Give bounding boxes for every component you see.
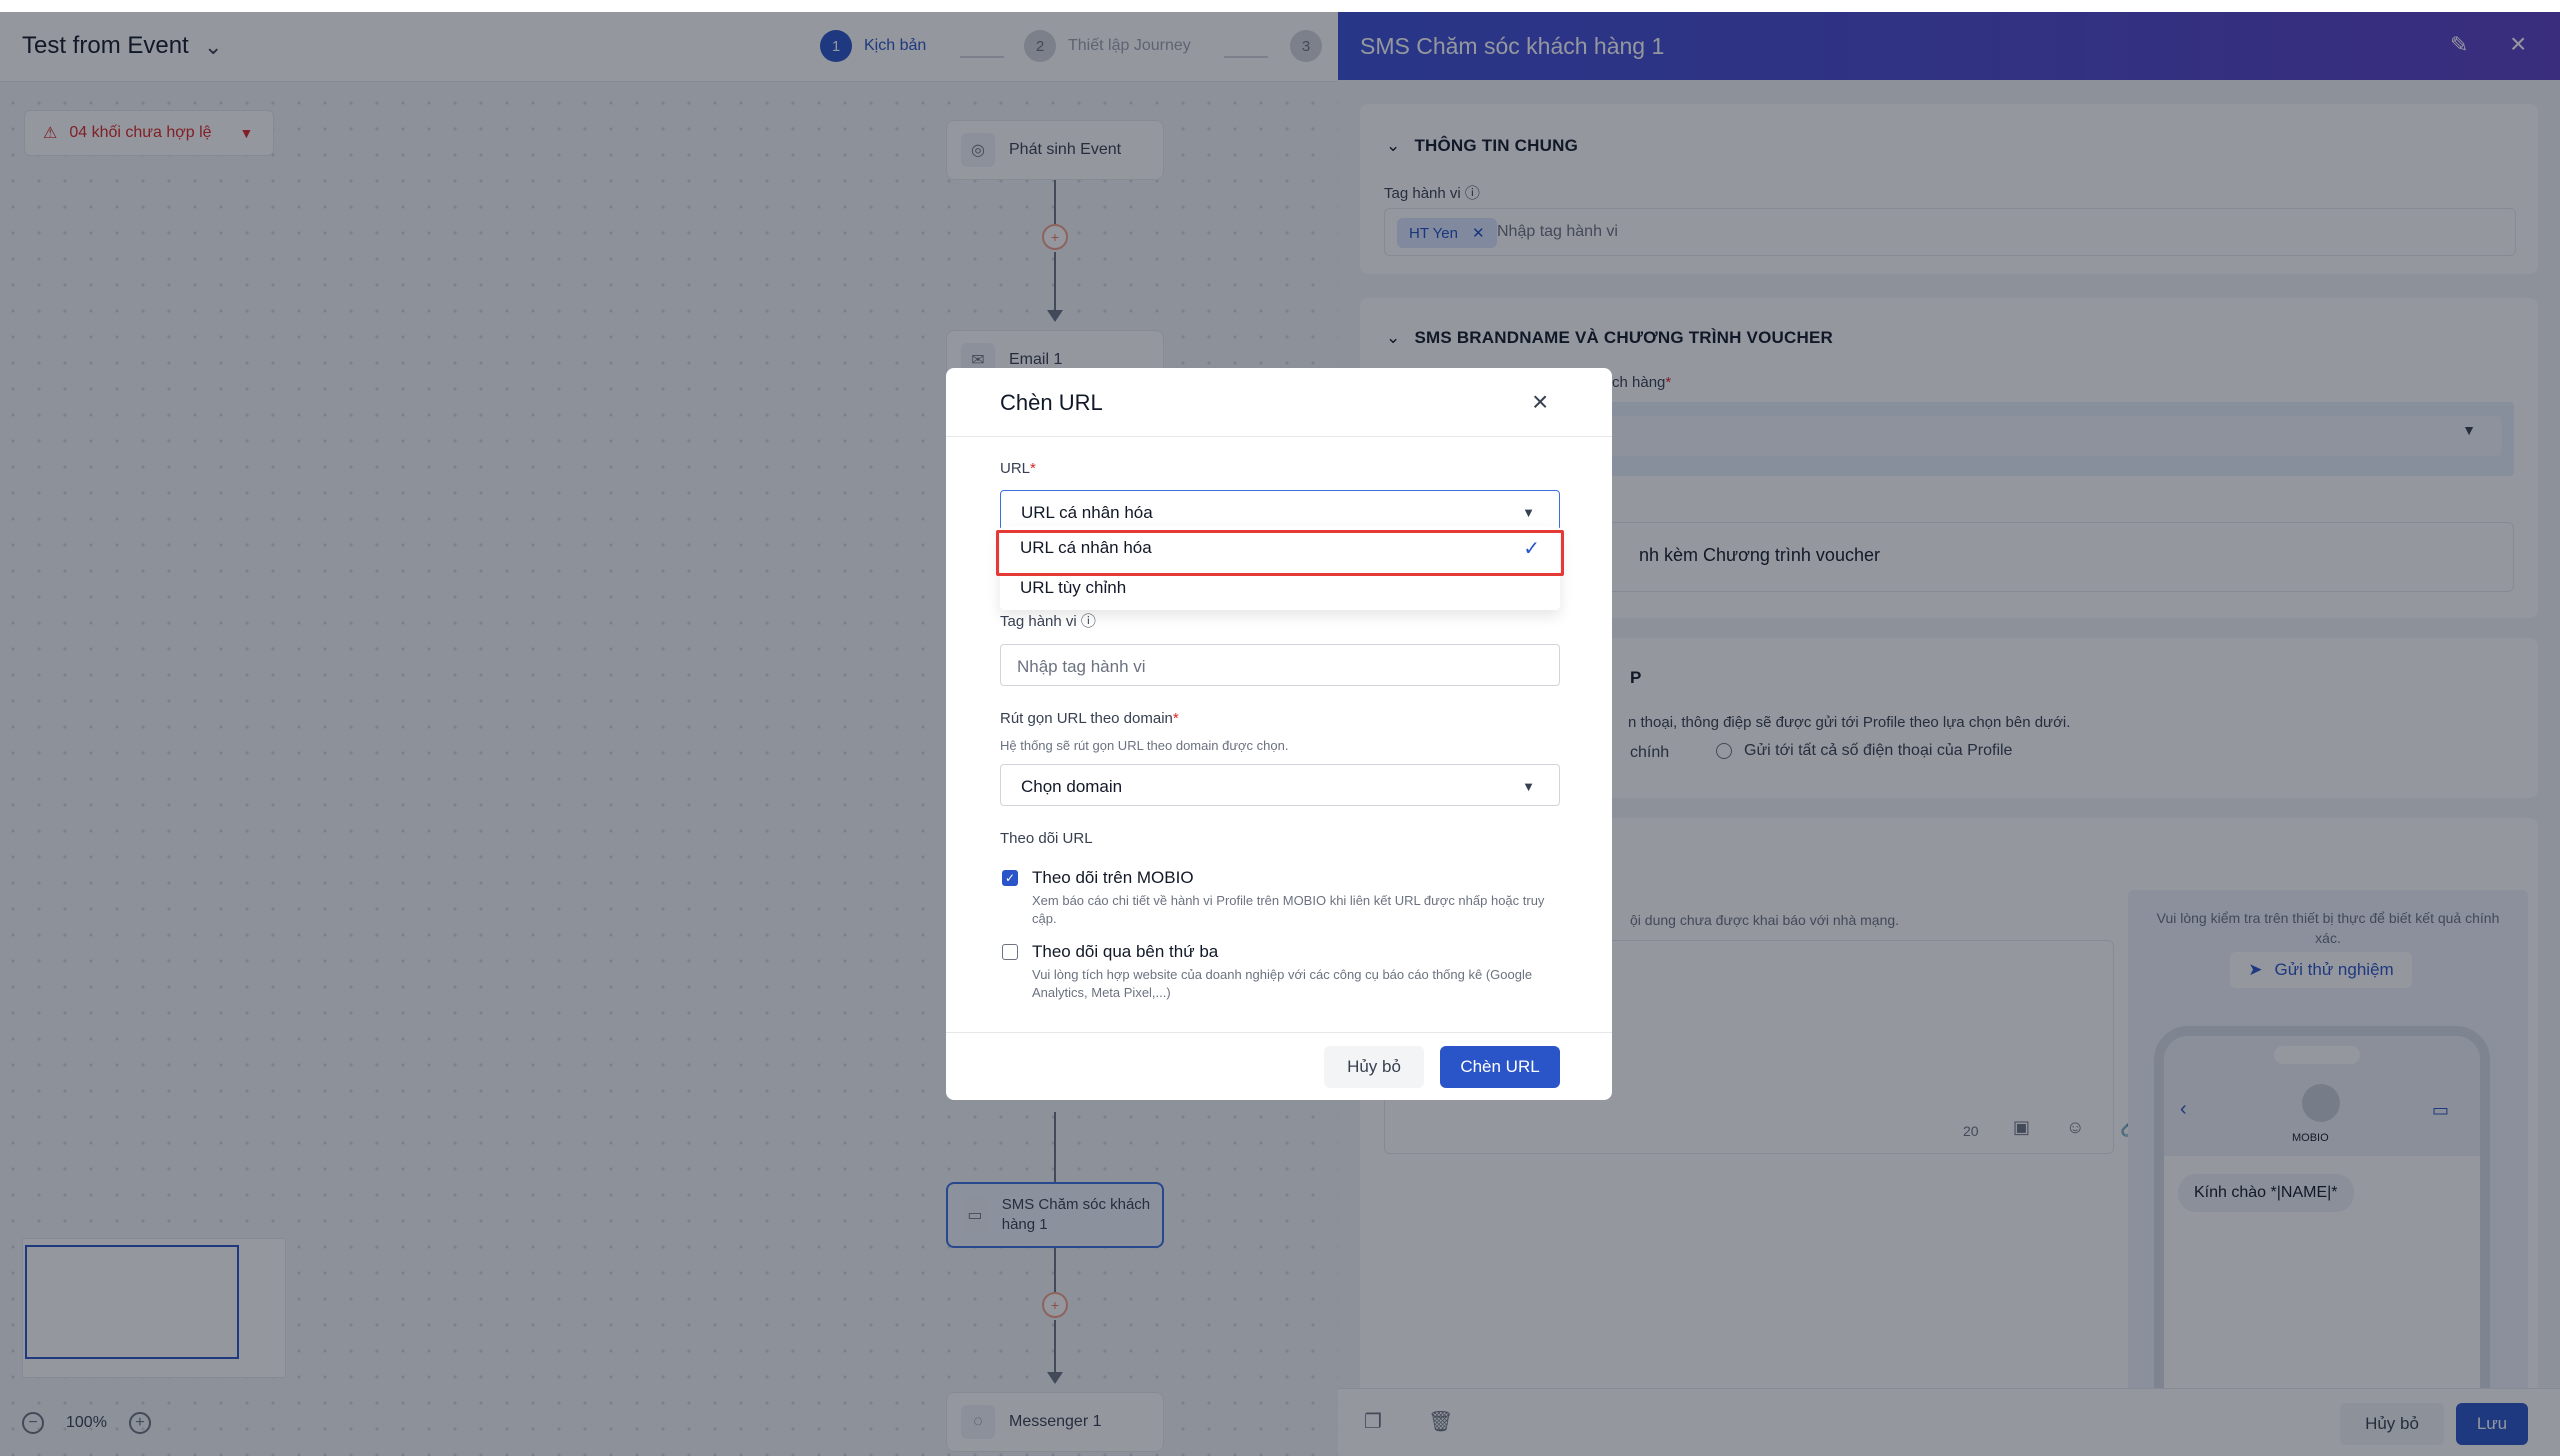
modal-tag-label-text: Tag hành vi (1000, 613, 1077, 630)
caret-down-icon: ▼ (1522, 505, 1535, 520)
modal-tag-input[interactable]: Nhập tag hành vi (1000, 644, 1560, 686)
domain-select[interactable]: Chọn domain ▼ (1000, 764, 1560, 806)
track-third-party-checkbox[interactable] (1002, 944, 1018, 960)
top-strip (0, 0, 2560, 12)
insert-url-button[interactable]: Chèn URL (1440, 1046, 1560, 1088)
track-mobio-checkbox[interactable]: ✓ (1002, 870, 1018, 886)
insert-url-modal: Chèn URL × URL* URL cá nhân hóa ▼ URL cá… (946, 368, 1612, 1100)
track-third-party-label[interactable]: Theo dõi qua bên thứ ba (1032, 942, 1218, 962)
divider (946, 436, 1612, 437)
modal-tag-label: Tag hành vi ⓘ (1000, 610, 1096, 631)
url-type-value: URL cá nhân hóa (1021, 503, 1153, 522)
highlight-box (996, 530, 1564, 576)
track-third-party-desc: Vui lòng tích hợp website của doanh nghi… (1032, 967, 1533, 1000)
caret-down-icon: ▼ (1522, 779, 1535, 794)
url-label: URL* (1000, 460, 1036, 477)
url-label-text: URL (1000, 460, 1031, 477)
domain-value: Chọn domain (1021, 777, 1123, 796)
modal-title: Chèn URL (1000, 390, 1103, 415)
divider (946, 1032, 1612, 1033)
close-icon[interactable]: × (1532, 386, 1548, 418)
track-mobio-desc: Xem báo cáo chi tiết về hành vi Profile … (1032, 893, 1545, 926)
domain-hint: Hệ thống sẽ rút gọn URL theo domain được… (1000, 738, 1289, 753)
cancel-button[interactable]: Hủy bỏ (1324, 1046, 1424, 1088)
domain-label-text: Rút gọn URL theo domain (1000, 710, 1173, 727)
domain-label: Rút gọn URL theo domain* (1000, 710, 1179, 727)
track-url-label: Theo dõi URL (1000, 830, 1093, 847)
info-icon: ⓘ (1080, 613, 1096, 630)
modal-tag-placeholder: Nhập tag hành vi (1017, 657, 1146, 676)
option-label: URL tùy chỉnh (1020, 578, 1127, 597)
track-mobio-label[interactable]: Theo dõi trên MOBIO (1032, 868, 1194, 888)
